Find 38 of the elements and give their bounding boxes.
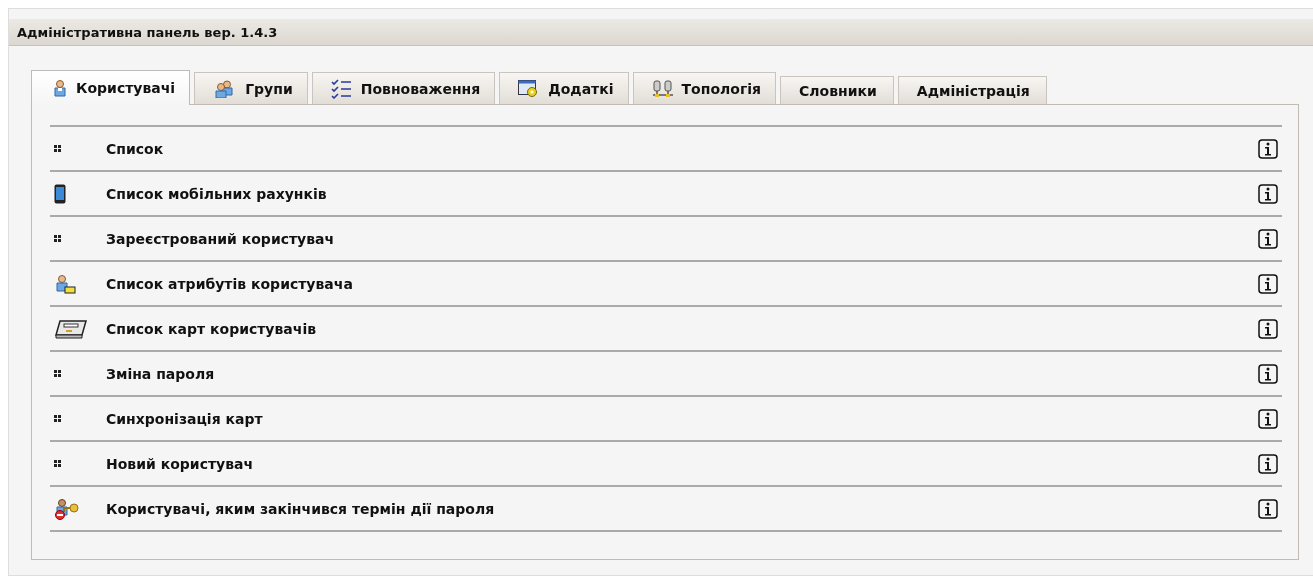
bullet-icon <box>54 415 61 422</box>
info-icon[interactable] <box>1258 408 1278 429</box>
bullet-icon <box>54 145 61 152</box>
tab[interactable]: Групи <box>194 72 308 104</box>
menu-link[interactable]: Список карт користувачів <box>106 320 1258 337</box>
menu-link[interactable]: Зміна пароля <box>106 365 1258 382</box>
window-title: Адміністративна панель вер. 1.4.3 <box>9 19 1313 46</box>
info-icon[interactable] <box>1258 183 1278 204</box>
tab[interactable]: Топологія <box>632 72 776 104</box>
menu-link[interactable]: Користувачі, яким закінчився термін дії пароля <box>106 500 1258 517</box>
user-icon <box>52 79 68 97</box>
tab[interactable]: Словники <box>780 76 894 104</box>
menu-link[interactable]: Список мобільних рахунків <box>106 185 1258 202</box>
tab[interactable]: Повноваження <box>311 72 496 104</box>
menu-link[interactable]: Список атрибутів користувача <box>106 275 1258 292</box>
bullet-icon <box>54 460 61 467</box>
info-icon[interactable] <box>1258 138 1278 159</box>
tab[interactable]: Користувачі <box>31 70 191 105</box>
user-key-icon <box>54 497 80 520</box>
menu-link[interactable]: Список <box>106 140 1258 157</box>
info-icon[interactable] <box>1258 318 1278 339</box>
info-icon[interactable] <box>1258 453 1278 474</box>
bullet-icon <box>54 370 61 377</box>
network-icon <box>651 79 674 98</box>
tab[interactable]: Додаткі <box>499 72 629 104</box>
info-icon[interactable] <box>1258 273 1278 294</box>
menu-link[interactable]: Синхронізація карт <box>106 410 1258 427</box>
phone-icon <box>54 183 66 204</box>
user-card-icon <box>54 273 76 294</box>
menu-link[interactable]: Новий користувач <box>106 455 1258 472</box>
info-icon[interactable] <box>1258 498 1278 519</box>
bullet-icon <box>54 235 61 242</box>
checklist-icon <box>330 78 353 99</box>
card-reader-icon <box>54 318 88 339</box>
menu-link[interactable]: Зареєстрований користувач <box>106 230 1258 247</box>
tab[interactable]: Адміністрація <box>897 76 1047 104</box>
info-icon[interactable] <box>1258 228 1278 249</box>
info-icon[interactable] <box>1258 363 1278 384</box>
